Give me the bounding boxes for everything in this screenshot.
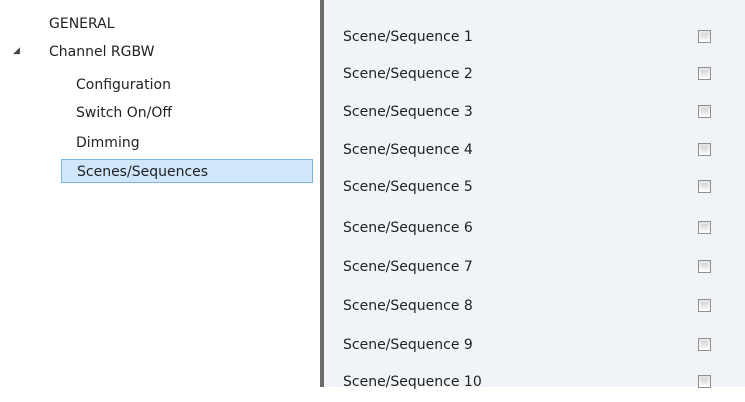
scene-checkbox[interactable] [698,143,711,156]
scene-checkbox[interactable] [698,375,711,388]
scene-checkbox[interactable] [698,260,711,273]
scene-list-panel: Scene/Sequence 1 Scene/Sequence 2 Scene/… [324,0,745,390]
scene-label: Scene/Sequence 7 [343,259,473,275]
scene-row-7: Scene/Sequence 7 [324,247,745,287]
scene-checkbox[interactable] [698,67,711,80]
scene-label: Scene/Sequence 4 [343,142,473,158]
scene-label: Scene/Sequence 2 [343,66,473,82]
scene-checkbox[interactable] [698,221,711,234]
tree-item-channel-rgbw[interactable]: Channel RGBW [49,41,154,63]
scene-row-9: Scene/Sequence 9 [324,325,745,365]
tree-panel: GENERAL ◢ Channel RGBW Configuration Swi… [0,0,320,387]
scene-row-10: Scene/Sequence 10 [324,362,745,402]
scene-row-4: Scene/Sequence 4 [324,130,745,170]
scene-row-8: Scene/Sequence 8 [324,286,745,326]
tree-item-label: Channel RGBW [49,44,155,60]
tree-item-label: Configuration [76,77,171,93]
tree-item-switch-on-off[interactable]: Switch On/Off [76,102,172,124]
scene-label: Scene/Sequence 6 [343,220,473,236]
scene-label: Scene/Sequence 8 [343,298,473,314]
scene-label: Scene/Sequence 9 [343,337,473,353]
tree-item-label: Switch On/Off [76,105,173,121]
tree-item-label: Scenes/Sequences [77,164,209,180]
scene-row-3: Scene/Sequence 3 [324,92,745,132]
tree-item-scenes-sequences[interactable]: Scenes/Sequences [61,159,313,183]
scene-row-6: Scene/Sequence 6 [324,208,745,248]
scene-checkbox[interactable] [698,105,711,118]
scene-checkbox[interactable] [698,338,711,351]
tree-item-label: Dimming [76,135,140,151]
scene-checkbox[interactable] [698,30,711,43]
scene-label: Scene/Sequence 1 [343,29,473,45]
tree-item-configuration[interactable]: Configuration [76,74,171,96]
tree-item-general[interactable]: GENERAL [49,13,115,35]
scene-label: Scene/Sequence 10 [343,374,482,390]
scene-checkbox[interactable] [698,299,711,312]
scene-row-5: Scene/Sequence 5 [324,167,745,207]
scene-row-2: Scene/Sequence 2 [324,54,745,94]
tree-item-label: GENERAL [49,16,115,32]
tree-item-dimming[interactable]: Dimming [76,132,140,154]
scene-label: Scene/Sequence 5 [343,179,473,195]
scene-row-1: Scene/Sequence 1 [324,17,745,57]
collapse-arrow-icon[interactable]: ◢ [13,47,22,56]
scene-label: Scene/Sequence 3 [343,104,473,120]
scene-checkbox[interactable] [698,180,711,193]
